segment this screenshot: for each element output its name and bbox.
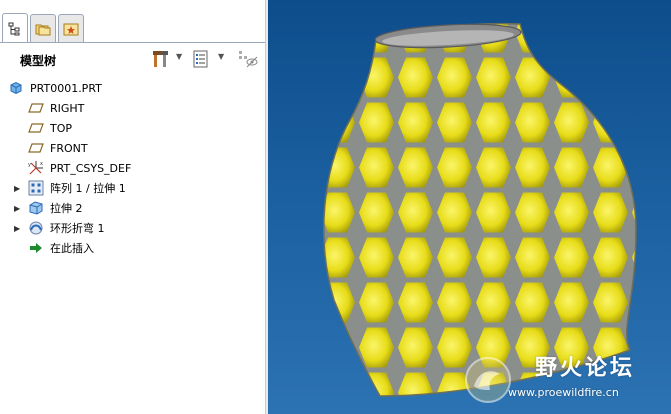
tab-model-tree[interactable] <box>2 13 28 43</box>
tree-item-front[interactable]: FRONT <box>0 138 265 158</box>
folder-icon <box>35 24 51 35</box>
tree-item-label: TOP <box>50 121 73 135</box>
tree-item-extrude[interactable]: ▶ 拉伸 2 <box>0 198 265 218</box>
insert-here-icon <box>28 240 44 256</box>
tree-item-toroidal-bend[interactable]: ▶ 环形折弯 1 <box>0 218 265 238</box>
watermark-url: www.proewildfire.cn <box>508 386 619 399</box>
datum-plane-icon <box>28 140 44 156</box>
tree-item-csys[interactable]: y x PRT_CSYS_DEF <box>0 158 265 178</box>
tree-item-label: 环形折弯 1 <box>50 222 105 235</box>
tree-item-insert-here[interactable]: 在此插入 <box>0 238 265 258</box>
tree-item-label: 在此插入 <box>50 242 94 255</box>
tab-favorites[interactable] <box>58 14 84 42</box>
watermark-logo-icon <box>465 357 511 403</box>
tree-columns-button[interactable] <box>190 48 212 70</box>
coordinate-system-icon: y x <box>28 160 44 176</box>
svg-text:y: y <box>28 162 31 168</box>
tree-item-label: 拉伸 2 <box>50 202 83 215</box>
tree-toolbar: 模型树 ▼ ▼ <box>0 44 265 74</box>
tree-item-top[interactable]: TOP <box>0 118 265 138</box>
settings-tools-icon <box>153 51 168 67</box>
tree-root-label: PRT0001.PRT <box>30 81 102 95</box>
datum-plane-icon <box>28 100 44 116</box>
expand-arrow-icon[interactable]: ▶ <box>14 224 22 233</box>
tree-title: 模型树 <box>20 54 57 68</box>
tab-folder-browser[interactable] <box>30 14 56 42</box>
settings-dropdown-caret[interactable]: ▼ <box>176 52 182 61</box>
part-icon <box>8 80 24 96</box>
model-tree: PRT0001.PRT RIGHT TOP FRONT y x PRT_CSYS… <box>0 78 265 258</box>
expand-arrow-icon[interactable]: ▶ <box>14 184 22 193</box>
extrude-icon <box>28 200 44 216</box>
tree-item-right[interactable]: RIGHT <box>0 98 265 118</box>
tree-root-item[interactable]: PRT0001.PRT <box>0 78 265 98</box>
expand-arrow-icon[interactable]: ▶ <box>14 204 22 213</box>
tree-structure-icon <box>8 22 20 35</box>
svg-text:x: x <box>40 161 43 167</box>
show-hide-button[interactable] <box>236 48 260 70</box>
toroidal-bend-icon <box>28 220 44 236</box>
settings-tools-button[interactable] <box>150 48 172 70</box>
tree-item-label: 阵列 1 / 拉伸 1 <box>50 182 126 195</box>
datum-plane-icon <box>28 120 44 136</box>
pattern-icon <box>28 180 44 196</box>
show-hide-icon <box>239 51 258 68</box>
forum-watermark: 野火论坛 www.proewildfire.cn <box>458 348 671 414</box>
panel-tab-strip <box>0 0 265 44</box>
watermark-title: 野火论坛 <box>535 356 636 381</box>
tree-columns-icon <box>193 50 208 68</box>
tree-item-pattern[interactable]: ▶ 阵列 1 / 拉伸 1 <box>0 178 265 198</box>
columns-dropdown-caret[interactable]: ▼ <box>218 52 224 61</box>
tab-strip-border <box>0 42 265 43</box>
tree-item-label: PRT_CSYS_DEF <box>50 161 132 175</box>
tree-item-label: RIGHT <box>50 101 85 115</box>
star-icon <box>63 23 79 35</box>
tree-item-label: FRONT <box>50 141 88 155</box>
model-tree-panel: 模型树 ▼ ▼ PRT0001.PRT RIGHT TOP FRONT y x … <box>0 0 265 414</box>
